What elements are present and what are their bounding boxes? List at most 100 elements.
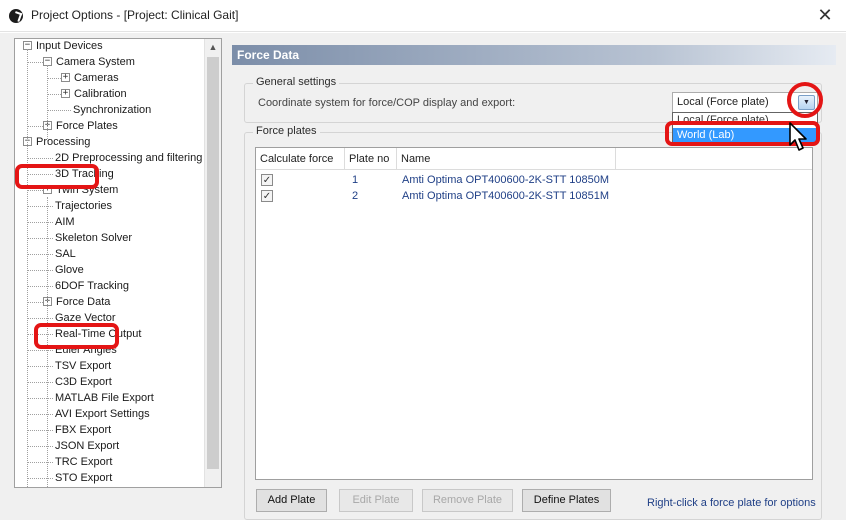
coordinate-system-select[interactable]: Local (Force plate) ▼: [672, 92, 818, 113]
tree-connector: [27, 366, 53, 367]
table-row[interactable]: ✓ 2 Amti Optima OPT400600-2K-STT 10851M: [256, 188, 812, 204]
tree-item-label: Twin System: [56, 184, 119, 196]
tree-connector: [27, 462, 53, 463]
tree-item-label: Camera System: [56, 56, 135, 68]
tree-connector: [27, 350, 53, 351]
expand-icon[interactable]: +: [43, 185, 52, 194]
plate-number: 1: [352, 174, 359, 186]
tree-item-label: Gaze Vector: [55, 312, 116, 324]
tree-item-label: Glove: [55, 264, 84, 276]
close-button[interactable]: ✕: [812, 3, 838, 29]
tree-item-label: TSV Export: [55, 360, 112, 372]
tree-item-real-time-output[interactable]: Real-Time Output: [15, 326, 203, 342]
calculate-force-checkbox[interactable]: ✓: [261, 190, 273, 202]
scroll-up-arrow-icon[interactable]: ▲: [205, 39, 221, 55]
chevron-down-icon[interactable]: ▼: [798, 95, 815, 110]
general-settings-legend: General settings: [253, 76, 340, 88]
tree-item-euler-angles[interactable]: Euler Angles: [15, 342, 203, 358]
tree-item-fbx-export[interactable]: FBX Export: [15, 422, 203, 438]
tree-item-label: Force Data: [56, 296, 111, 308]
tree-item-synchronization[interactable]: Synchronization: [15, 102, 203, 118]
window-title: Project Options - [Project: Clinical Gai…: [31, 8, 239, 22]
tree-item-6dof-tracking[interactable]: 6DOF Tracking: [15, 278, 203, 294]
mouse-cursor-icon: [789, 122, 807, 151]
calculate-force-checkbox[interactable]: ✓: [261, 174, 273, 186]
column-calculate-force[interactable]: Calculate force: [256, 148, 345, 170]
tree-item-cameras[interactable]: + Cameras: [15, 70, 203, 86]
coordinate-system-label: Coordinate system for force/COP display …: [258, 97, 516, 109]
tree-item-skeleton-solver[interactable]: Skeleton Solver: [15, 230, 203, 246]
tree-item-c3d-export[interactable]: C3D Export: [15, 374, 203, 390]
tree-connector: [27, 382, 53, 383]
tree-connector: [27, 254, 53, 255]
tree-item-label: SAL: [55, 248, 76, 260]
tree-guide-line: [27, 49, 28, 487]
tree-connector: [27, 270, 53, 271]
tree-item-gaze-vector[interactable]: Gaze Vector: [15, 310, 203, 326]
tree-connector: [27, 174, 53, 175]
tree-item-label: Processing: [36, 136, 91, 148]
tree-connector: [27, 334, 53, 335]
tree-item-label: Skeleton Solver: [55, 232, 133, 244]
tree-item-label: AIM: [55, 216, 75, 228]
force-plates-table[interactable]: Calculate force Plate no Name ✓ 1 Amti O…: [255, 147, 813, 480]
tree-item-calibration[interactable]: + Calibration: [15, 86, 203, 102]
remove-plate-button[interactable]: Remove Plate: [422, 489, 513, 512]
options-tree[interactable]: ▲ − Input Devices − Camera System + Cameras + C…: [14, 38, 222, 488]
tree-connector: [27, 318, 53, 319]
tree-item-camera-system[interactable]: − Camera System: [15, 54, 203, 70]
define-plates-button[interactable]: Define Plates: [522, 489, 611, 512]
edit-plate-button[interactable]: Edit Plate: [339, 489, 413, 512]
title-bar: Project Options - [Project: Clinical Gai…: [0, 0, 846, 32]
tree-item-force-data[interactable]: + Force Data: [15, 294, 203, 310]
tree-guide-line: [47, 197, 48, 487]
tree-item-label: Force Plates: [56, 120, 118, 132]
expand-icon[interactable]: +: [61, 89, 70, 98]
tree-item-twin-system[interactable]: + Twin System: [15, 182, 203, 198]
tree-connector: [47, 110, 71, 111]
tree-item-label: JSON Export: [55, 440, 120, 452]
tree-item-label: Euler Angles: [55, 344, 117, 356]
tree-item-label: Cameras: [74, 72, 119, 84]
tree-item-trajectories[interactable]: Trajectories: [15, 198, 203, 214]
tree-item-label: STO Export: [55, 472, 113, 484]
tree-item-input-devices[interactable]: − Input Devices: [15, 39, 203, 54]
tree-connector: [27, 446, 53, 447]
tree-connector: [27, 222, 53, 223]
tree-item-json-export[interactable]: JSON Export: [15, 438, 203, 454]
coordinate-system-value: Local (Force plate): [677, 96, 769, 108]
tree-item-2d-preprocessing-and-filtering[interactable]: 2D Preprocessing and filtering: [15, 150, 203, 166]
tree-item-label: FBX Export: [55, 424, 112, 436]
plate-number: 2: [352, 190, 359, 202]
tree-connector: [27, 398, 53, 399]
tree-item-matlab-file-export[interactable]: MATLAB File Export: [15, 390, 203, 406]
right-click-hint: Right-click a force plate for options: [647, 497, 816, 509]
tree-item-avi-export-settings[interactable]: AVI Export Settings: [15, 406, 203, 422]
tree-item-3d-tracking[interactable]: 3D Tracking: [15, 166, 203, 182]
tree-item-sto-export[interactable]: STO Export: [15, 470, 203, 486]
tree-item-aim[interactable]: AIM: [15, 214, 203, 230]
tree-item-processing[interactable]: − Processing: [15, 134, 203, 150]
tree-item-force-plates[interactable]: + Force Plates: [15, 118, 203, 134]
tree-scrollbar[interactable]: ▲: [204, 39, 221, 487]
tree-item-glove[interactable]: Glove: [15, 262, 203, 278]
tree-item-label: AVI Export Settings: [55, 408, 150, 420]
tree-item-tsv-export[interactable]: TSV Export: [15, 358, 203, 374]
scroll-thumb[interactable]: [207, 57, 219, 469]
force-plates-legend: Force plates: [253, 125, 320, 137]
tree-item-trc-export[interactable]: TRC Export: [15, 454, 203, 470]
expand-icon[interactable]: +: [61, 73, 70, 82]
tree-connector: [27, 238, 53, 239]
tree-item-sal[interactable]: SAL: [15, 246, 203, 262]
tree-item-label: TRC Export: [55, 456, 113, 468]
plate-name: Amti Optima OPT400600-2K-STT 10850M: [402, 174, 610, 186]
tree-item-label: 3D Tracking: [55, 168, 114, 180]
table-row[interactable]: ✓ 1 Amti Optima OPT400600-2K-STT 10850M: [256, 172, 812, 188]
add-plate-button[interactable]: Add Plate: [256, 489, 327, 512]
tree-connector: [27, 414, 53, 415]
column-plate-no[interactable]: Plate no: [345, 148, 397, 170]
tree-item-label: Trajectories: [55, 200, 113, 212]
column-name[interactable]: Name: [397, 148, 616, 170]
tree-item-label: 6DOF Tracking: [55, 280, 129, 292]
tree-item-label: Synchronization: [73, 104, 152, 116]
